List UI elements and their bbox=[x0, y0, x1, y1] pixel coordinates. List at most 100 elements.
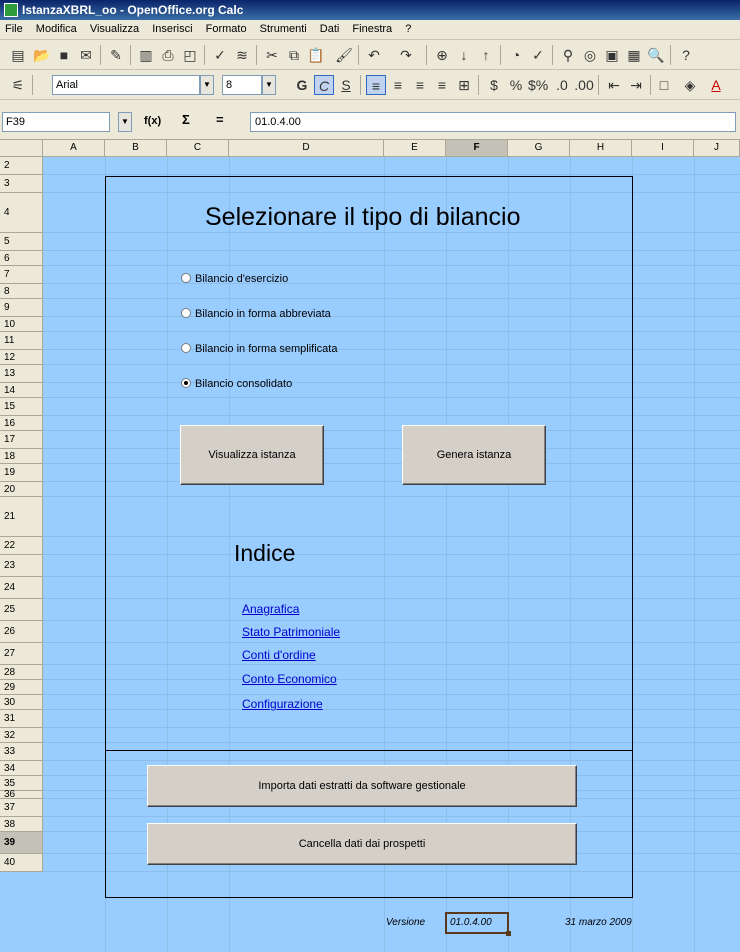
column-header-e[interactable]: E bbox=[384, 140, 446, 157]
spreadsheet-grid[interactable]: A B C D E F G H I J 2 3 4 5 6 7 8 9 10 11 12 13 14 15… bbox=[0, 140, 740, 952]
row-header-9[interactable]: 9 bbox=[0, 299, 43, 317]
row-header-2[interactable]: 2 bbox=[0, 157, 43, 175]
column-header-a[interactable]: A bbox=[43, 140, 105, 157]
save-icon[interactable]: ■ bbox=[54, 45, 74, 65]
paste-icon[interactable]: 📋 bbox=[306, 45, 326, 65]
row-header-21[interactable]: 21 bbox=[0, 497, 43, 537]
column-header-c[interactable]: C bbox=[167, 140, 229, 157]
cancella-dati-button[interactable]: Cancella dati dai prospetti bbox=[147, 823, 577, 865]
row-header-17[interactable]: 17 bbox=[0, 431, 43, 449]
row-header-4[interactable]: 4 bbox=[0, 193, 43, 233]
menu-formato[interactable]: Formato bbox=[201, 20, 252, 35]
importa-dati-button[interactable]: Importa dati estratti da software gestio… bbox=[147, 765, 577, 807]
sort-ascending-icon[interactable]: ↓ bbox=[454, 45, 474, 65]
link-stato-patrimoniale[interactable]: Stato Patrimoniale bbox=[242, 625, 340, 639]
row-header-34[interactable]: 34 bbox=[0, 761, 43, 776]
align-center-icon[interactable]: ≡ bbox=[388, 75, 408, 95]
menu-finestra[interactable]: Finestra bbox=[347, 20, 397, 35]
italic-button[interactable]: C bbox=[314, 75, 334, 95]
row-header-36[interactable]: 36 bbox=[0, 790, 43, 800]
print-icon[interactable]: ⎙ bbox=[158, 45, 178, 65]
menu-inserisci[interactable]: Inserisci bbox=[147, 20, 197, 35]
open-folder-icon[interactable]: 📂 bbox=[32, 45, 52, 65]
row-header-8[interactable]: 8 bbox=[0, 284, 43, 299]
row-header-15[interactable]: 15 bbox=[0, 398, 43, 416]
row-header-12[interactable]: 12 bbox=[0, 350, 43, 365]
redo-icon[interactable]: ↷ bbox=[396, 45, 416, 65]
formula-input[interactable]: 01.0.4.00 bbox=[250, 112, 736, 132]
function-icon[interactable]: = bbox=[216, 112, 224, 127]
radio-button-icon[interactable] bbox=[181, 343, 191, 353]
standard-format-icon[interactable]: $% bbox=[528, 75, 548, 95]
link-anagrafica[interactable]: Anagrafica bbox=[242, 602, 299, 616]
row-header-28[interactable]: 28 bbox=[0, 665, 43, 680]
column-header-f[interactable]: F bbox=[446, 140, 508, 157]
visualizza-istanza-button[interactable]: Visualizza istanza bbox=[180, 425, 324, 485]
cut-icon[interactable]: ✂ bbox=[262, 45, 282, 65]
email-icon[interactable]: ✉ bbox=[76, 45, 96, 65]
row-header-19[interactable]: 19 bbox=[0, 464, 43, 482]
column-header-j[interactable]: J bbox=[694, 140, 740, 157]
row-header-22[interactable]: 22 bbox=[0, 537, 43, 555]
font-size-dropdown-icon[interactable]: ▼ bbox=[262, 75, 276, 95]
link-configurazione[interactable]: Configurazione bbox=[242, 697, 323, 711]
row-header-16[interactable]: 16 bbox=[0, 416, 43, 431]
navigator-icon[interactable]: ◎ bbox=[580, 45, 600, 65]
copy-icon[interactable]: ⧉ bbox=[284, 45, 304, 65]
link-conti-ordine[interactable]: Conti d'ordine bbox=[242, 648, 316, 662]
font-name-dropdown-icon[interactable]: ▼ bbox=[200, 75, 214, 95]
row-header-13[interactable]: 13 bbox=[0, 365, 43, 383]
undo-icon[interactable]: ↶ bbox=[364, 45, 384, 65]
link-conto-economico[interactable]: Conto Economico bbox=[242, 672, 337, 686]
radio-button-icon[interactable] bbox=[181, 273, 191, 283]
borders-icon[interactable]: □ bbox=[654, 75, 674, 95]
row-header-29[interactable]: 29 bbox=[0, 680, 43, 695]
row-header-27[interactable]: 27 bbox=[0, 643, 43, 665]
radio-bilancio-semplificata[interactable]: Bilancio in forma semplificata bbox=[181, 343, 337, 355]
delete-decimal-icon[interactable]: .00 bbox=[574, 75, 594, 95]
chart-icon[interactable]: ◔ bbox=[506, 45, 526, 65]
sort-descending-icon[interactable]: ↑ bbox=[476, 45, 496, 65]
menu-visualizza[interactable]: Visualizza bbox=[85, 20, 144, 35]
row-header-30[interactable]: 30 bbox=[0, 695, 43, 710]
row-header-20[interactable]: 20 bbox=[0, 482, 43, 497]
autospellcheck-icon[interactable]: ≋ bbox=[232, 45, 252, 65]
currency-format-icon[interactable]: $ bbox=[484, 75, 504, 95]
font-name-box[interactable]: Arial bbox=[52, 75, 200, 95]
help-icon[interactable]: ? bbox=[676, 45, 696, 65]
row-header-33[interactable]: 33 bbox=[0, 743, 43, 761]
bold-button[interactable]: G bbox=[292, 75, 312, 95]
radio-button-checked-icon[interactable] bbox=[181, 378, 191, 388]
underline-button[interactable]: S bbox=[336, 75, 356, 95]
radio-bilancio-abbreviata[interactable]: Bilancio in forma abbreviata bbox=[181, 308, 331, 320]
menu-dati[interactable]: Dati bbox=[315, 20, 345, 35]
menu-strumenti[interactable]: Strumenti bbox=[255, 20, 312, 35]
menu-modifica[interactable]: Modifica bbox=[31, 20, 82, 35]
zoom-icon[interactable]: 🔍 bbox=[646, 45, 666, 65]
row-header-10[interactable]: 10 bbox=[0, 317, 43, 332]
selected-cell-f39[interactable]: 01.0.4.00 bbox=[445, 912, 511, 936]
increase-indent-icon[interactable]: ⇥ bbox=[626, 75, 646, 95]
row-header-40[interactable]: 40 bbox=[0, 854, 43, 872]
row-header-24[interactable]: 24 bbox=[0, 577, 43, 599]
row-header-37[interactable]: 37 bbox=[0, 799, 43, 817]
align-left-icon[interactable]: ≡ bbox=[366, 75, 386, 95]
datasource-icon[interactable]: ▦ bbox=[624, 45, 644, 65]
align-right-icon[interactable]: ≡ bbox=[410, 75, 430, 95]
row-header-7[interactable]: 7 bbox=[0, 266, 43, 284]
edit-file-icon[interactable]: ✎ bbox=[106, 45, 126, 65]
background-color-icon[interactable]: ◈ bbox=[680, 75, 700, 95]
draw-functions-icon[interactable]: ✓ bbox=[528, 45, 548, 65]
format-paintbrush-icon[interactable]: 🖌 bbox=[334, 45, 354, 65]
row-header-23[interactable]: 23 bbox=[0, 555, 43, 577]
gallery-icon[interactable]: ▣ bbox=[602, 45, 622, 65]
row-header-14[interactable]: 14 bbox=[0, 383, 43, 398]
radio-bilancio-esercizio[interactable]: Bilancio d'esercizio bbox=[181, 273, 288, 285]
function-wizard-icon[interactable]: f(x) bbox=[144, 115, 161, 127]
name-box[interactable]: F39 bbox=[2, 112, 110, 132]
font-color-icon[interactable]: A bbox=[706, 75, 726, 95]
row-header-38[interactable]: 38 bbox=[0, 817, 43, 832]
row-header-18[interactable]: 18 bbox=[0, 449, 43, 464]
row-header-26[interactable]: 26 bbox=[0, 621, 43, 643]
column-header-b[interactable]: B bbox=[105, 140, 167, 157]
